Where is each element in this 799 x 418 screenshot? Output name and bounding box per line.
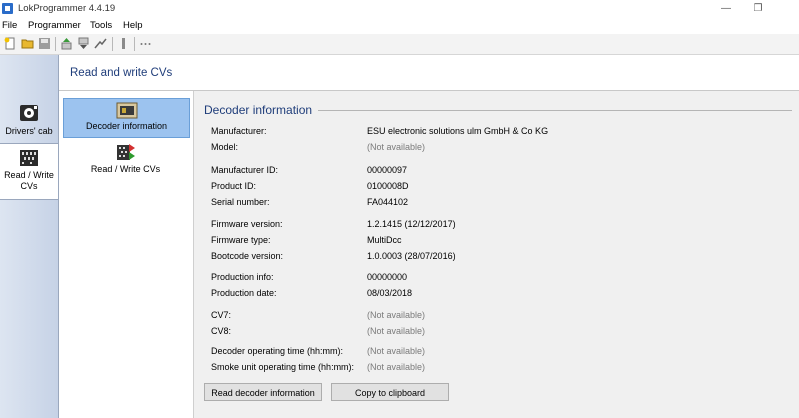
group-divider	[314, 110, 792, 111]
read-write-icon	[116, 144, 135, 160]
binary-data-icon	[20, 150, 38, 166]
page-title: Read and write CVs	[70, 67, 173, 79]
field-label: Smoke unit operating time (hh:mm):	[211, 362, 355, 372]
app-icon	[2, 3, 13, 14]
menu-tools[interactable]: Tools	[90, 20, 112, 31]
field-value: (Not available)	[367, 362, 426, 372]
field-value: 1.2.1415 (12/12/2017)	[367, 219, 456, 229]
section-title: Decoder information	[204, 103, 319, 117]
field-label: Production info:	[211, 272, 274, 282]
save-icon[interactable]	[38, 37, 51, 50]
decoder-info-panel: Decoder information Manufacturer: ESU el…	[194, 91, 799, 418]
field-value: (Not available)	[367, 346, 426, 356]
toolbar-separator	[55, 37, 56, 51]
decoder-chip-icon	[116, 102, 137, 119]
read-decoder-information-button[interactable]: Read decoder information	[204, 383, 322, 401]
field-value: FA044102	[367, 197, 409, 207]
field-label: Firmware type:	[211, 235, 271, 245]
field-label: CV7:	[211, 310, 232, 320]
nav-item-decoder-information[interactable]: Decoder information	[63, 98, 190, 138]
sidebar: Drivers' cab Read / Write CVs	[0, 55, 59, 418]
field-label: Model:	[211, 142, 239, 152]
field-label: Manufacturer:	[211, 126, 267, 136]
title-bar: LokProgrammer 4.4.19 — ❐	[0, 0, 799, 18]
field-value: 00000097	[367, 165, 408, 175]
field-value: (Not available)	[367, 326, 426, 336]
sidebar-item-read-write-cvs[interactable]: Read / Write CVs	[0, 143, 58, 200]
upload-icon[interactable]	[60, 37, 73, 50]
field-label: Production date:	[211, 288, 277, 298]
field-value: 08/03/2018	[367, 288, 413, 298]
menu-programmer[interactable]: Programmer	[28, 20, 81, 31]
open-folder-icon[interactable]	[21, 37, 34, 50]
program-icon[interactable]	[94, 37, 107, 50]
download-icon[interactable]	[77, 37, 90, 50]
field-label: Firmware version:	[211, 219, 283, 229]
nav-item-label: Decoder information	[85, 121, 168, 131]
field-label: Product ID:	[211, 181, 257, 191]
menu-help[interactable]: Help	[123, 20, 143, 31]
drivers-cab-icon	[20, 105, 38, 121]
window-title: LokProgrammer 4.4.19	[18, 3, 116, 14]
field-value: (Not available)	[367, 142, 426, 152]
toolbar-separator	[134, 37, 135, 51]
toolbar-separator	[112, 37, 113, 51]
field-value: (Not available)	[367, 310, 426, 320]
field-value: 1.0.0003 (28/07/2016)	[367, 251, 456, 261]
copy-to-clipboard-button[interactable]: Copy to clipboard	[331, 383, 449, 401]
restore-button[interactable]: ❐	[744, 2, 772, 16]
field-value: 0100008D	[367, 181, 409, 191]
field-label: CV8:	[211, 326, 232, 336]
more-icon[interactable]	[139, 37, 152, 50]
menu-file[interactable]: File	[2, 20, 17, 31]
nav-item-label: Read / Write CVs	[90, 164, 161, 174]
field-value: ESU electronic solutions ulm GmbH & Co K…	[367, 126, 549, 136]
field-label: Bootcode version:	[211, 251, 284, 261]
new-file-icon[interactable]	[4, 37, 17, 50]
sidebar-item-drivers-cab[interactable]: Drivers' cab	[0, 99, 58, 143]
field-label: Serial number:	[211, 197, 270, 207]
field-value: MultiDcc	[367, 235, 402, 245]
sidebar-item-label: Read / Write CVs	[4, 170, 54, 191]
minimize-button[interactable]: —	[712, 2, 740, 16]
sidebar-item-label: Drivers' cab	[5, 126, 53, 136]
probe-icon[interactable]	[117, 37, 130, 50]
field-label: Decoder operating time (hh:mm):	[211, 346, 344, 356]
toolbar	[0, 34, 799, 55]
field-value: 00000000	[367, 272, 408, 282]
field-label: Manufacturer ID:	[211, 165, 279, 175]
page-header: Read and write CVs	[59, 55, 799, 91]
nav-item-read-write-cvs[interactable]: Read / Write CVs	[63, 142, 188, 178]
nav-panel: Decoder information Read / Write CVs	[59, 91, 194, 418]
menu-bar: File Programmer Tools Help	[0, 18, 799, 34]
